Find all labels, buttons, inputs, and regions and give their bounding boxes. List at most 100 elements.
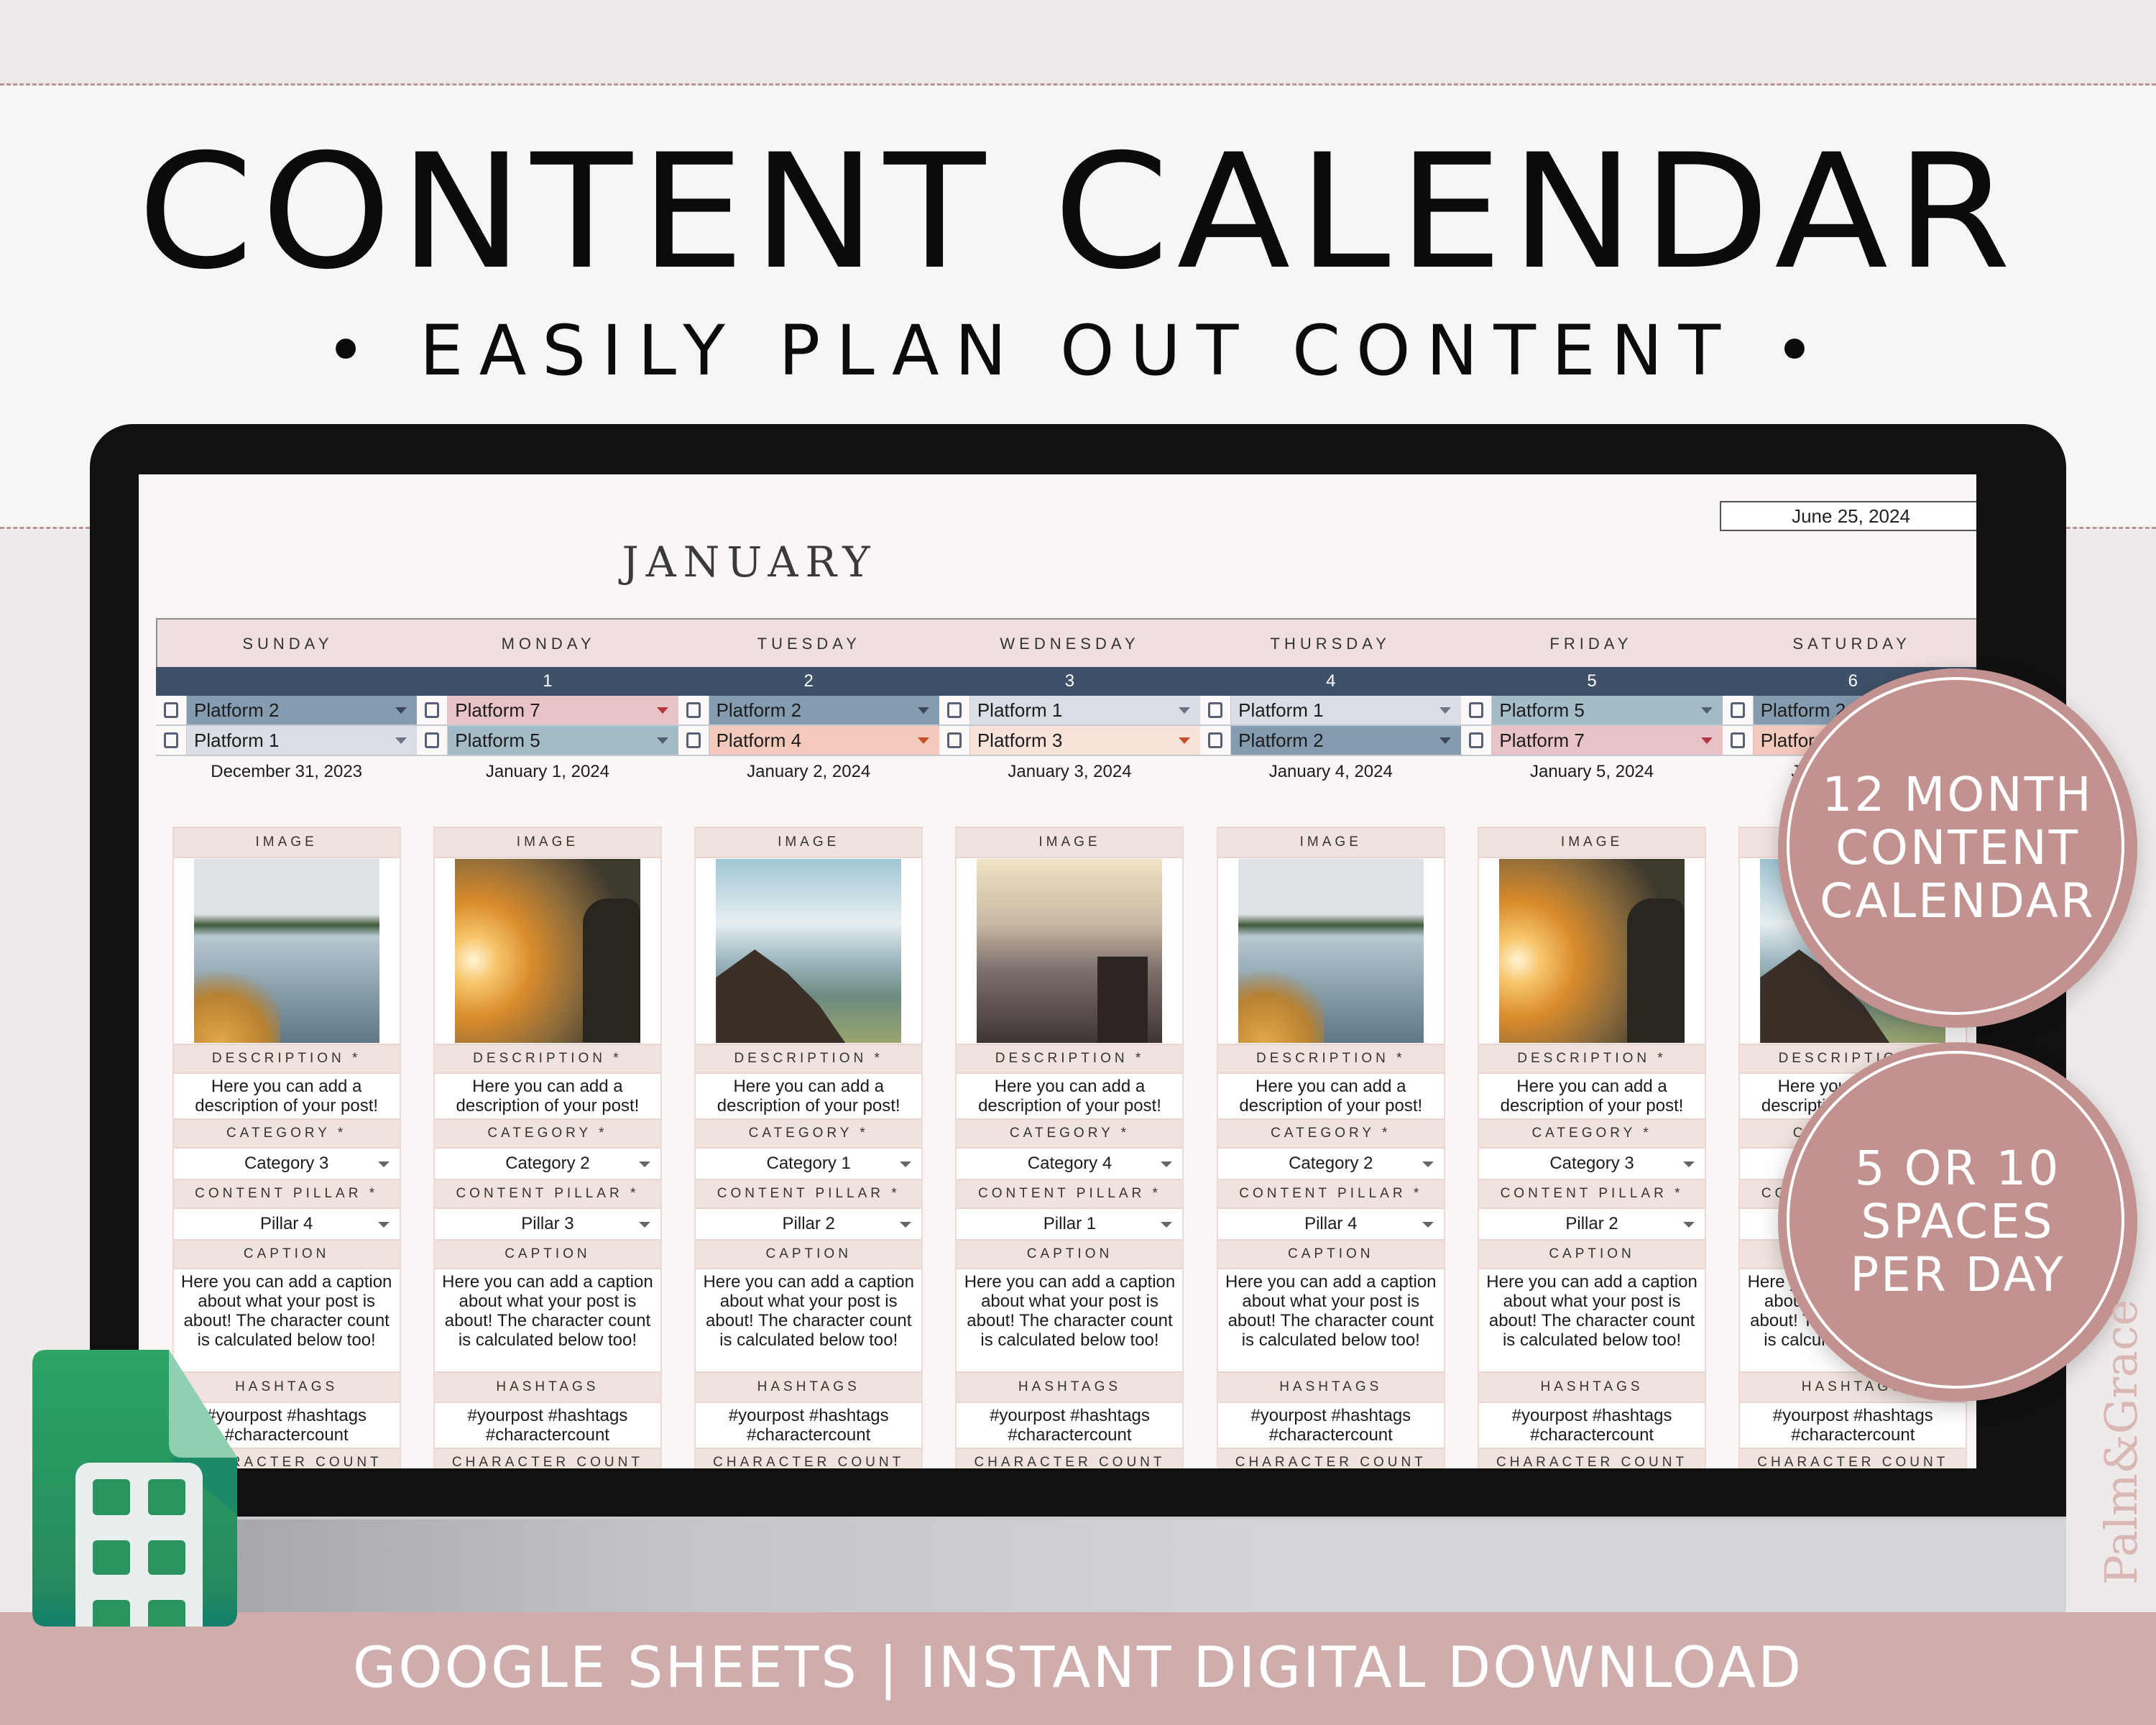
dropdown-arrow-icon [1700,737,1713,744]
checkbox[interactable] [1461,726,1493,755]
pillar-field[interactable]: Pillar 3 [434,1208,660,1239]
platform-dropdown[interactable]: Platform 2 [1231,726,1462,755]
post-image [1238,859,1424,1043]
category-field[interactable]: Category 1 [696,1147,922,1179]
caption-value: Here you can add a caption about what yo… [703,1272,914,1350]
checkbox-icon [1469,702,1484,718]
caption-field[interactable]: Here you can add a caption about what yo… [1217,1268,1444,1371]
platform-cell: Platform 5 [1461,696,1723,724]
image-cell[interactable] [1217,857,1444,1044]
description-field[interactable]: Here you can add a description of your p… [957,1072,1183,1118]
checkbox[interactable] [678,696,709,724]
description-field[interactable]: Here you can add a description of your p… [434,1072,660,1118]
section-header-image: IMAGE [957,827,1183,857]
platform-label: Platform 2 [716,699,802,721]
category-field[interactable]: Category 3 [1479,1147,1705,1179]
hashtags-value: #yourpost #hashtags #charactercount [1250,1406,1411,1445]
hashtags-field[interactable]: #yourpost #hashtags #charactercount [1740,1402,1966,1448]
caption-field[interactable]: Here you can add a caption about what yo… [1479,1268,1705,1371]
hashtags-field[interactable]: #yourpost #hashtags #charactercount [1217,1402,1444,1448]
dropdown-arrow-icon [900,1222,912,1228]
checkbox-icon [1469,732,1484,748]
section-header-description: DESCRIPTION * [696,1044,922,1072]
pillar-field[interactable]: Pillar 4 [173,1208,400,1239]
description-field[interactable]: Here you can add a description of your p… [696,1072,922,1118]
platform-dropdown[interactable]: Platform 1 [1231,696,1462,724]
dropdown-arrow-icon [917,707,929,714]
pillar-field[interactable]: Pillar 1 [957,1208,1183,1239]
checkbox[interactable] [156,726,187,755]
image-cell[interactable] [1479,857,1705,1044]
hashtags-field[interactable]: #yourpost #hashtags #charactercount [957,1402,1183,1448]
checkbox-icon [425,702,440,718]
category-field[interactable]: Category 3 [173,1147,400,1179]
checkbox[interactable] [1722,726,1754,755]
checkbox[interactable] [939,696,970,724]
platform-dropdown[interactable]: Platform 1 [187,726,418,755]
hashtags-value: #yourpost #hashtags #charactercount [728,1406,889,1445]
hashtags-value: #yourpost #hashtags #charactercount [467,1406,628,1445]
weekday-label: THURSDAY [1270,635,1391,653]
checkbox[interactable] [1200,726,1232,755]
category-value: Category 3 [1549,1154,1634,1173]
platform-cell: Platform 5 [417,726,678,755]
post-date: January 5, 2024 [1529,762,1654,781]
image-cell[interactable] [434,857,660,1044]
section-header-character_count: CHARACTER COUNT [1740,1448,1966,1468]
dropdown-arrow-icon [1161,1162,1173,1167]
brand-name: Palm&Grace [2095,1299,2147,1585]
platform-dropdown[interactable]: Platform 4 [709,726,939,755]
pillar-field[interactable]: Pillar 2 [1479,1208,1705,1239]
platform-dropdown[interactable]: Platform 2 [187,696,418,724]
category-value: Category 4 [1027,1154,1112,1173]
platform-dropdown[interactable]: Platform 5 [1492,696,1723,724]
platform-dropdown[interactable]: Platform 1 [969,696,1201,724]
section-header-pillar: CONTENT PILLAR * [696,1179,922,1208]
pillar-field[interactable]: Pillar 4 [1217,1208,1444,1239]
section-header-character_count: CHARACTER COUNT [696,1448,922,1468]
checkbox[interactable] [1461,696,1493,724]
pillar-field[interactable]: Pillar 2 [696,1208,922,1239]
section-header-caption: CAPTION [696,1239,922,1268]
category-field[interactable]: Category 2 [434,1147,660,1179]
description-field[interactable]: Here you can add a description of your p… [173,1072,400,1118]
description-value: Here you can add a description of your p… [717,1077,900,1116]
current-date-field[interactable]: June 25, 2024 [1720,501,1976,531]
dropdown-arrow-icon [656,737,668,744]
spreadsheet-screen: June 25, 2024 JANUARY SUNDAY MONDAY TUESDA… [139,474,1976,1468]
image-cell[interactable] [696,857,922,1044]
dropdown-arrow-icon [1683,1222,1695,1228]
description-value: Here you can add a description of your p… [978,1077,1161,1116]
checkbox[interactable] [1722,696,1754,724]
platform-dropdown[interactable]: Platform 5 [448,726,678,755]
checkbox[interactable] [156,696,187,724]
section-header-description: DESCRIPTION * [173,1044,400,1072]
platform-dropdown[interactable]: Platform 7 [448,696,678,724]
platform-dropdown[interactable]: Platform 7 [1492,726,1723,755]
section-header-category: CATEGORY * [434,1118,660,1147]
platform-dropdown[interactable]: Platform 3 [969,726,1201,755]
hashtags-field[interactable]: #yourpost #hashtags #charactercount [1479,1402,1705,1448]
caption-field[interactable]: Here you can add a caption about what yo… [696,1268,922,1371]
caption-field[interactable]: Here you can add a caption about what yo… [957,1268,1183,1371]
checkbox[interactable] [678,726,709,755]
checkbox-icon [1208,702,1223,718]
description-field[interactable]: Here you can add a description of your p… [1479,1072,1705,1118]
description-field[interactable]: Here you can add a description of your p… [1217,1072,1444,1118]
caption-field[interactable]: Here you can add a caption about what yo… [434,1268,660,1371]
checkbox[interactable] [1200,696,1232,724]
hashtags-field[interactable]: #yourpost #hashtags #charactercount [696,1402,922,1448]
section-header-image: IMAGE [434,827,660,857]
day-column: IMAGE DESCRIPTION * Here you can add a des… [1200,827,1461,1468]
category-field[interactable]: Category 4 [957,1147,1183,1179]
dropdown-arrow-icon [900,1162,912,1167]
category-field[interactable]: Category 2 [1217,1147,1444,1179]
image-cell[interactable] [957,857,1183,1044]
hashtags-field[interactable]: #yourpost #hashtags #charactercount [434,1402,660,1448]
checkbox[interactable] [417,696,448,724]
image-cell[interactable] [173,857,400,1044]
checkbox[interactable] [417,726,448,755]
badge-12-month: 12 MONTH CONTENT CALENDAR [1778,668,2137,1028]
platform-dropdown[interactable]: Platform 2 [709,696,939,724]
checkbox[interactable] [939,726,970,755]
